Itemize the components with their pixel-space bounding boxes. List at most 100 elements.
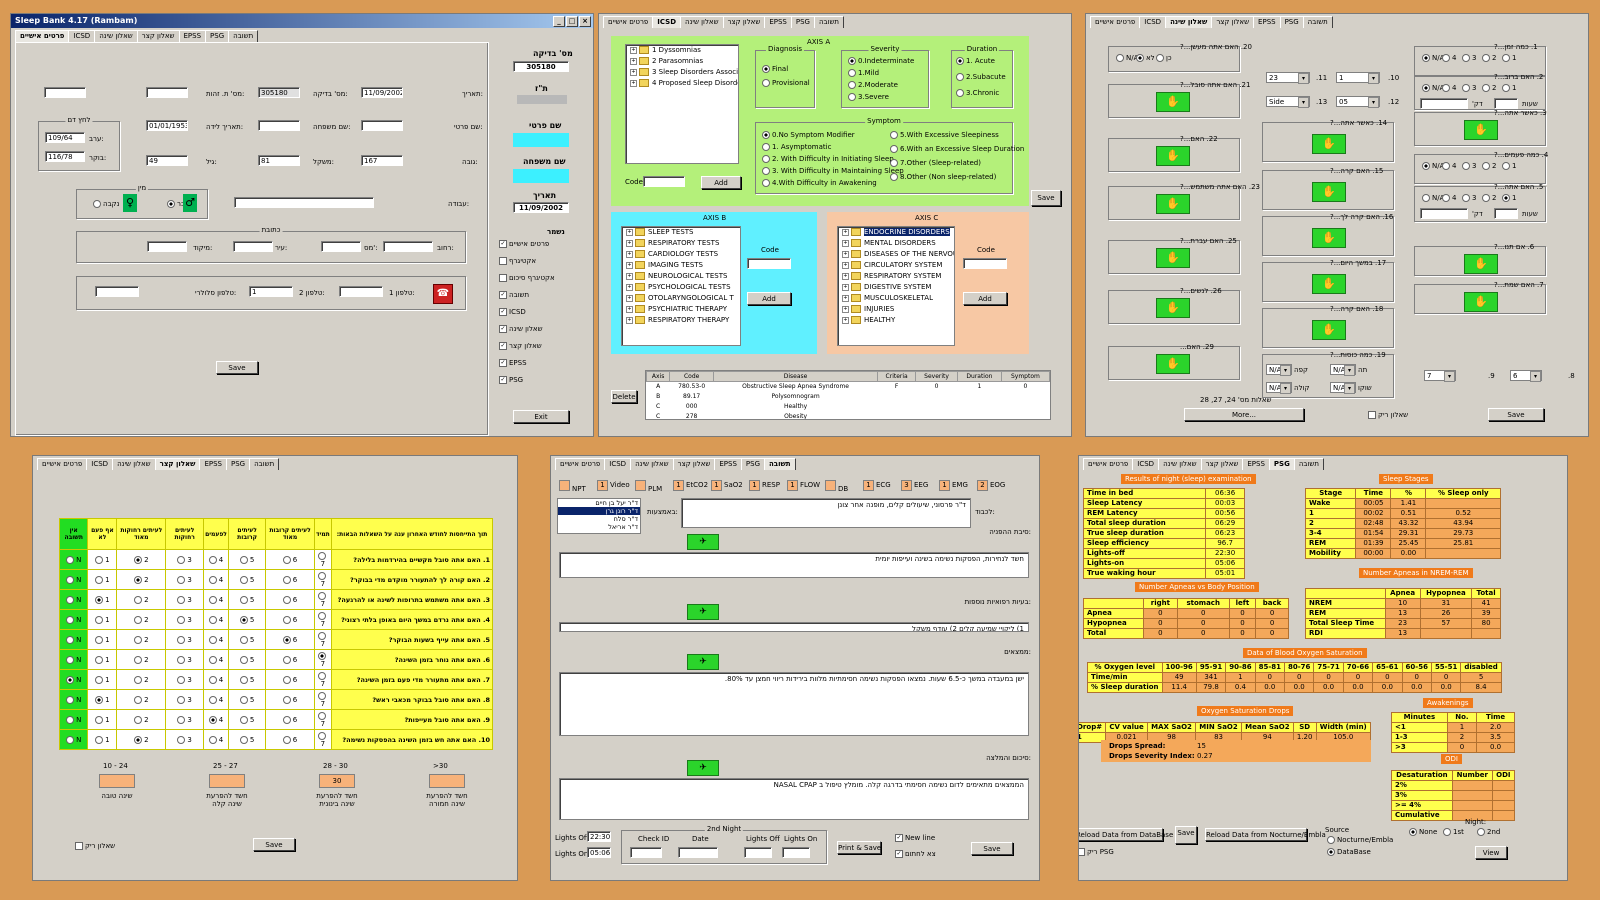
tab-epss[interactable]: EPSS (1253, 16, 1281, 28)
section-text[interactable]: הממצאים מתאימים לדום נשימה חסימתי בדרגה … (559, 778, 1029, 820)
answer-cell[interactable]: 3 (165, 729, 205, 750)
airplane-icon[interactable]: ✈ (687, 654, 719, 670)
answer-cell[interactable]: 4 (203, 549, 229, 570)
answer-cell[interactable]: 6 (265, 549, 315, 570)
lights-off-field[interactable]: 22:30 (587, 831, 611, 842)
radio-option[interactable]: Provisional (762, 79, 810, 87)
expand-icon[interactable]: + (842, 305, 849, 313)
radio-option[interactable]: 2 (1482, 54, 1496, 62)
tab-sleep-q[interactable]: שאלון שינה (630, 458, 674, 470)
first-name-field[interactable] (361, 120, 403, 131)
lights-off2-field[interactable] (744, 847, 772, 858)
phone2-field[interactable]: 1 (249, 286, 293, 297)
answer-cell[interactable]: 5 (227, 629, 267, 650)
answer-cell[interactable]: 4 (203, 709, 229, 730)
q9-dropdown[interactable]: 7 (1424, 370, 1456, 382)
tab-answer[interactable]: תשובה (1293, 458, 1324, 470)
expand-icon[interactable]: + (626, 316, 633, 324)
answer-cell[interactable]: 7 (313, 649, 333, 670)
answer-cell[interactable]: 5 (227, 689, 267, 710)
answer-cell[interactable]: 6 (265, 689, 315, 710)
answer-cell[interactable]: 2 (116, 629, 167, 650)
radio-option[interactable]: 3 (1462, 84, 1476, 92)
hand-icon[interactable]: ✋ (1312, 274, 1346, 294)
cell-field[interactable] (95, 286, 139, 297)
expand-icon[interactable]: + (630, 57, 637, 65)
channel-item[interactable]: 3 EEG (901, 480, 928, 491)
view-button[interactable]: View (1475, 846, 1507, 859)
saved-check-6[interactable]: ✓ שאלון קצר (499, 342, 542, 350)
hours-field[interactable] (1494, 98, 1518, 109)
work-field[interactable] (234, 197, 374, 208)
tab-sleep-q[interactable]: שאלון שינה (94, 30, 138, 42)
tab-psg[interactable]: PSG (740, 458, 765, 470)
answer-cell[interactable]: 6 (265, 609, 315, 630)
tree-node[interactable]: + MENTAL DISORDERS (838, 238, 954, 249)
answer-cell[interactable]: 3 (165, 669, 205, 690)
answer-cell[interactable]: N (58, 589, 89, 610)
radio-option[interactable]: 0.Indeterminate (848, 57, 914, 65)
q13-dropdown[interactable]: Side (1266, 96, 1310, 108)
tab-psg[interactable]: PSG (205, 30, 230, 42)
tab-answer[interactable]: תשובה (1302, 16, 1333, 28)
answer-cell[interactable]: 6 (265, 649, 315, 670)
answer-cell[interactable]: 3 (165, 689, 205, 710)
empty-questionnaire-check[interactable]: שאלון ריק (1368, 411, 1408, 419)
expand-icon[interactable]: + (842, 250, 849, 258)
empty-questionnaire-check[interactable]: שאלון ריק (75, 842, 115, 850)
tree-node[interactable]: + DISEASES OF THE NERVOU (838, 249, 954, 260)
answer-cell[interactable]: 6 (265, 729, 315, 750)
tree-node[interactable]: + RESPIRATORY THERAPY (622, 315, 740, 326)
maximize-icon[interactable]: □ (566, 16, 578, 27)
expand-icon[interactable]: + (626, 261, 633, 269)
answer-cell[interactable]: 5 (227, 649, 267, 670)
expand-icon[interactable]: + (626, 272, 633, 280)
tab-epss[interactable]: EPSS (714, 458, 742, 470)
night-option[interactable]: None (1409, 828, 1437, 836)
tree-node[interactable]: + DIGESTIVE SYSTEM (838, 282, 954, 293)
tree-node[interactable]: + INJURIES (838, 304, 954, 315)
tree-node[interactable]: + PSYCHOLOGICAL TESTS (622, 282, 740, 293)
radio-option[interactable]: 4 (1442, 84, 1456, 92)
tree-node[interactable]: + CIRCULATORY SYSTEM (838, 260, 954, 271)
section-text[interactable]: 1) ליקויי שמיעה קלים 2) עודף משקל (559, 622, 1029, 632)
coffee-dropdown[interactable]: N/A (1266, 364, 1292, 376)
bp-morning-field[interactable]: 116/78 (45, 151, 85, 162)
answer-cell[interactable]: 2 (116, 709, 167, 730)
answer-save-button[interactable]: Save (971, 842, 1013, 855)
answer-cell[interactable]: 7 (313, 709, 333, 730)
tree-node[interactable]: + CARDIOLOGY TESTS (622, 249, 740, 260)
answer-cell[interactable]: 7 (313, 609, 333, 630)
answer-cell[interactable]: 4 (203, 689, 229, 710)
airplane-icon[interactable]: ✈ (687, 534, 719, 550)
close-icon[interactable]: × (579, 16, 591, 27)
tree-node[interactable]: + PSYCHIATRIC THERAPY (622, 304, 740, 315)
answer-cell[interactable]: 1 (87, 609, 118, 630)
new-line-check[interactable]: ✓ New line (895, 834, 935, 842)
tree-node[interactable]: + OTOLARYNGOLOGICAL T (622, 293, 740, 304)
hand-icon[interactable]: ✋ (1156, 248, 1190, 268)
tab-personal[interactable]: פרטים אישיים (603, 16, 654, 28)
expand-icon[interactable]: + (842, 261, 849, 269)
grid-row[interactable]: C 278 Obesity (647, 412, 1050, 419)
expand-icon[interactable]: + (630, 79, 637, 87)
axis-c-code-input[interactable] (963, 258, 1007, 269)
radio-option[interactable]: Final (762, 65, 788, 73)
answer-cell[interactable]: 5 (227, 569, 267, 590)
house-field[interactable] (321, 241, 361, 252)
hand-icon[interactable]: ✋ (1312, 134, 1346, 154)
answer-cell[interactable]: 1 (87, 689, 118, 710)
answer-cell[interactable]: 4 (203, 629, 229, 650)
answer-cell[interactable]: 7 (313, 589, 333, 610)
answer-cell[interactable]: 1 (87, 629, 118, 650)
female-radio[interactable]: נקבה (93, 200, 119, 208)
answer-cell[interactable]: 4 (203, 609, 229, 630)
tab-psg[interactable]: PSG (1279, 16, 1304, 28)
save-button[interactable]: Save (216, 361, 258, 374)
answer-cell[interactable]: N (58, 689, 89, 710)
tree-node[interactable]: +3 Sleep Disorders Associated w (626, 67, 738, 78)
radio-option[interactable]: 1.Mild (848, 69, 879, 77)
diagnoses-grid[interactable]: Axis Code Disease Criteria Severity Duration S… (645, 370, 1051, 420)
tree-node[interactable]: +4 Proposed Sleep Disorders (626, 78, 738, 89)
expand-icon[interactable]: + (626, 283, 633, 291)
